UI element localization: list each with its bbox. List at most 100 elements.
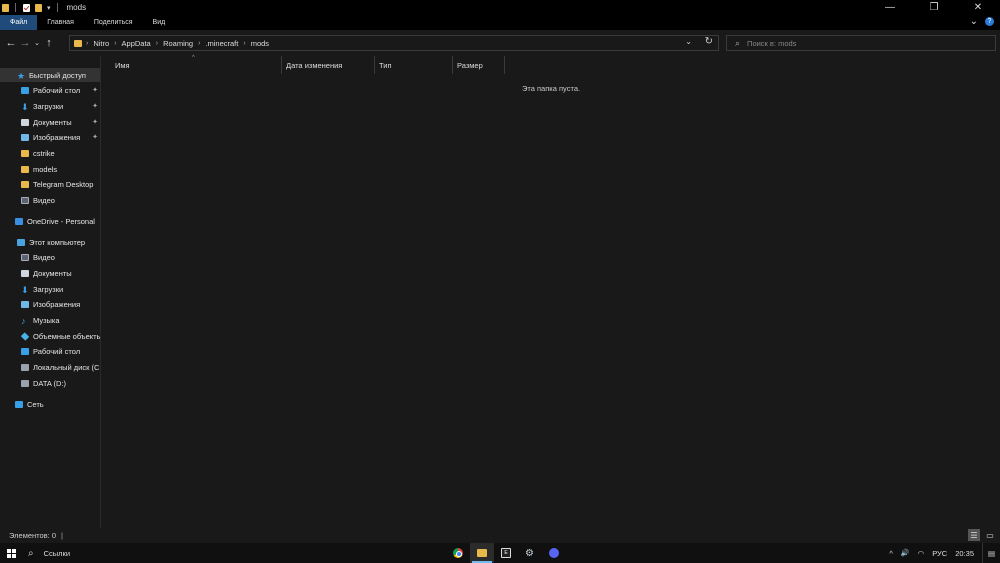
sidebar-item-desktop[interactable]: Рабочий стол ✦	[0, 83, 100, 97]
sidebar-item-documents[interactable]: Документы ✦	[0, 115, 100, 129]
sidebar-item-this-pc[interactable]: Этот компьютер	[0, 235, 100, 249]
tab-share[interactable]: Поделиться	[84, 15, 143, 30]
back-button[interactable]: ←	[4, 37, 18, 49]
navigation-pane: ★ Быстрый доступ Рабочий стол ✦ ⬇ Загруз…	[0, 56, 101, 528]
volume-icon[interactable]: 🔊	[901, 549, 910, 557]
title-bar: ▾ mods — ❐ ✕	[0, 0, 1000, 15]
breadcrumb-appdata[interactable]: AppData	[122, 39, 151, 48]
recent-locations-button[interactable]: ⌄	[32, 39, 42, 47]
sidebar-item-onedrive[interactable]: OneDrive - Personal	[0, 214, 100, 228]
notification-icon[interactable]: ▤	[982, 543, 1000, 563]
sidebar-item-label: Telegram Desktop	[33, 179, 94, 189]
address-row: ← → ⌄ ↑ › Nitro › AppData › Roaming › .m…	[0, 30, 1000, 56]
refresh-button[interactable]: ↻	[705, 36, 713, 47]
sidebar-item-pictures[interactable]: Изображения ✦	[0, 130, 100, 144]
address-dropdown-icon[interactable]: ⌄	[685, 37, 692, 46]
drive-icon	[21, 379, 29, 387]
taskbar-search[interactable]: ⌕ Ссылки	[28, 548, 70, 559]
breadcrumb-mods[interactable]: mods	[251, 39, 269, 48]
sidebar-item-pc-desktop[interactable]: Рабочий стол	[0, 344, 100, 358]
tab-home[interactable]: Главная	[37, 15, 84, 30]
taskbar-epic-games[interactable]: E	[494, 543, 518, 563]
up-button[interactable]: ↑	[42, 37, 56, 49]
sidebar-item-label: Документы	[33, 268, 72, 278]
pin-icon[interactable]: ✦	[92, 133, 98, 141]
network-icon	[15, 400, 23, 408]
windows-logo-icon	[6, 548, 16, 558]
column-headers: ^ Имя Дата изменения Тип Размер	[102, 55, 1000, 74]
breadcrumb-minecraft[interactable]: .minecraft	[205, 39, 238, 48]
new-folder-icon[interactable]	[35, 3, 42, 12]
breadcrumb-nitro[interactable]: Nitro	[93, 39, 109, 48]
sidebar-item-label: Рабочий стол	[33, 85, 81, 95]
large-icons-view-icon[interactable]: ▭	[984, 529, 996, 541]
customize-toolbar-dropdown[interactable]: ▾	[47, 4, 51, 12]
sidebar-item-telegram-desktop[interactable]: Telegram Desktop	[0, 177, 100, 191]
expand-ribbon-icon[interactable]: ⌄	[970, 16, 978, 27]
details-view-icon[interactable]: ☰	[968, 529, 980, 541]
tab-file[interactable]: Файл	[0, 15, 38, 30]
column-header-date-modified[interactable]: Дата изменения	[282, 56, 375, 74]
sidebar-item-videos[interactable]: Видео	[0, 193, 100, 207]
sidebar-item-cstrike[interactable]: cstrike	[0, 146, 100, 160]
breadcrumb-separator[interactable]: ›	[243, 40, 245, 47]
language-indicator[interactable]: РУС	[932, 549, 947, 558]
breadcrumb-separator[interactable]: ›	[114, 40, 116, 47]
sidebar-item-quick-access[interactable]: ★ Быстрый доступ	[0, 68, 100, 82]
breadcrumb-separator[interactable]: ›	[156, 40, 158, 47]
pictures-icon	[21, 133, 29, 141]
sidebar-item-drive-d[interactable]: DATA (D:)	[0, 376, 100, 390]
breadcrumb-separator[interactable]: ›	[198, 40, 200, 47]
clock[interactable]: 20:35	[955, 549, 974, 558]
pin-icon[interactable]: ✦	[92, 102, 98, 110]
chrome-icon	[453, 548, 463, 558]
pin-icon[interactable]: ✦	[92, 86, 98, 94]
folder-icon	[2, 3, 9, 12]
sidebar-item-network[interactable]: Сеть	[0, 397, 100, 411]
maximize-button[interactable]: ❐	[912, 0, 956, 15]
sidebar-item-label: Загрузки	[33, 284, 64, 294]
sidebar-item-music[interactable]: ♪ Музыка	[0, 313, 100, 327]
network-tray-icon[interactable]: ◠	[918, 549, 925, 558]
sidebar-item-label: Объемные объекты	[33, 331, 101, 341]
status-bar: Элементов: 0 | ☰ ▭	[0, 528, 1000, 543]
tab-view[interactable]: Вид	[143, 15, 176, 30]
breadcrumb-separator[interactable]: ›	[86, 40, 88, 47]
pictures-icon	[21, 300, 29, 308]
taskbar-steam[interactable]: ⚙	[518, 543, 542, 563]
close-button[interactable]: ✕	[956, 0, 1000, 15]
sidebar-item-pc-documents[interactable]: Документы	[0, 266, 100, 280]
sidebar-item-drive-c[interactable]: Локальный диск (C:)	[0, 360, 100, 374]
taskbar-chrome[interactable]	[446, 543, 470, 563]
sidebar-item-label: DATA (D:)	[33, 378, 67, 388]
show-hidden-icons-button[interactable]: ^	[889, 549, 893, 558]
taskbar-file-explorer[interactable]	[470, 543, 494, 563]
taskbar-search-label: Ссылки	[43, 548, 71, 558]
sidebar-item-label: Рабочий стол	[33, 346, 81, 356]
sidebar-item-pc-pictures[interactable]: Изображения	[0, 297, 100, 311]
taskbar-apps: E ⚙	[446, 543, 566, 563]
taskbar-discord[interactable]	[542, 543, 566, 563]
sidebar-item-downloads[interactable]: ⬇ Загрузки ✦	[0, 99, 100, 113]
forward-button[interactable]: →	[18, 37, 32, 49]
epic-games-icon: E	[501, 548, 511, 558]
sidebar-item-models[interactable]: models	[0, 162, 100, 176]
sidebar-item-3d-objects[interactable]: Объемные объекты	[0, 329, 101, 343]
minimize-button[interactable]: —	[868, 0, 912, 15]
properties-icon[interactable]	[23, 3, 30, 12]
sidebar-item-label: cstrike	[33, 148, 55, 158]
column-header-size[interactable]: Размер	[453, 56, 505, 74]
start-button[interactable]	[0, 543, 22, 563]
column-header-type[interactable]: Тип	[375, 56, 453, 74]
help-icon[interactable]: ?	[985, 17, 994, 26]
sidebar-item-pc-downloads[interactable]: ⬇ Загрузки	[0, 282, 100, 296]
folder-icon	[21, 180, 29, 188]
window-title: mods	[66, 3, 87, 12]
column-header-name[interactable]: Имя	[111, 56, 282, 74]
search-input[interactable]: ⌕ Поиск в: mods	[726, 35, 996, 51]
pin-icon[interactable]: ✦	[92, 118, 98, 126]
breadcrumb-roaming[interactable]: Roaming	[163, 39, 193, 48]
file-list[interactable]: ^ Имя Дата изменения Тип Размер Эта папк…	[102, 55, 1000, 528]
address-bar[interactable]: › Nitro › AppData › Roaming › .minecraft…	[69, 35, 719, 51]
sidebar-item-pc-videos[interactable]: Видео	[0, 250, 100, 264]
